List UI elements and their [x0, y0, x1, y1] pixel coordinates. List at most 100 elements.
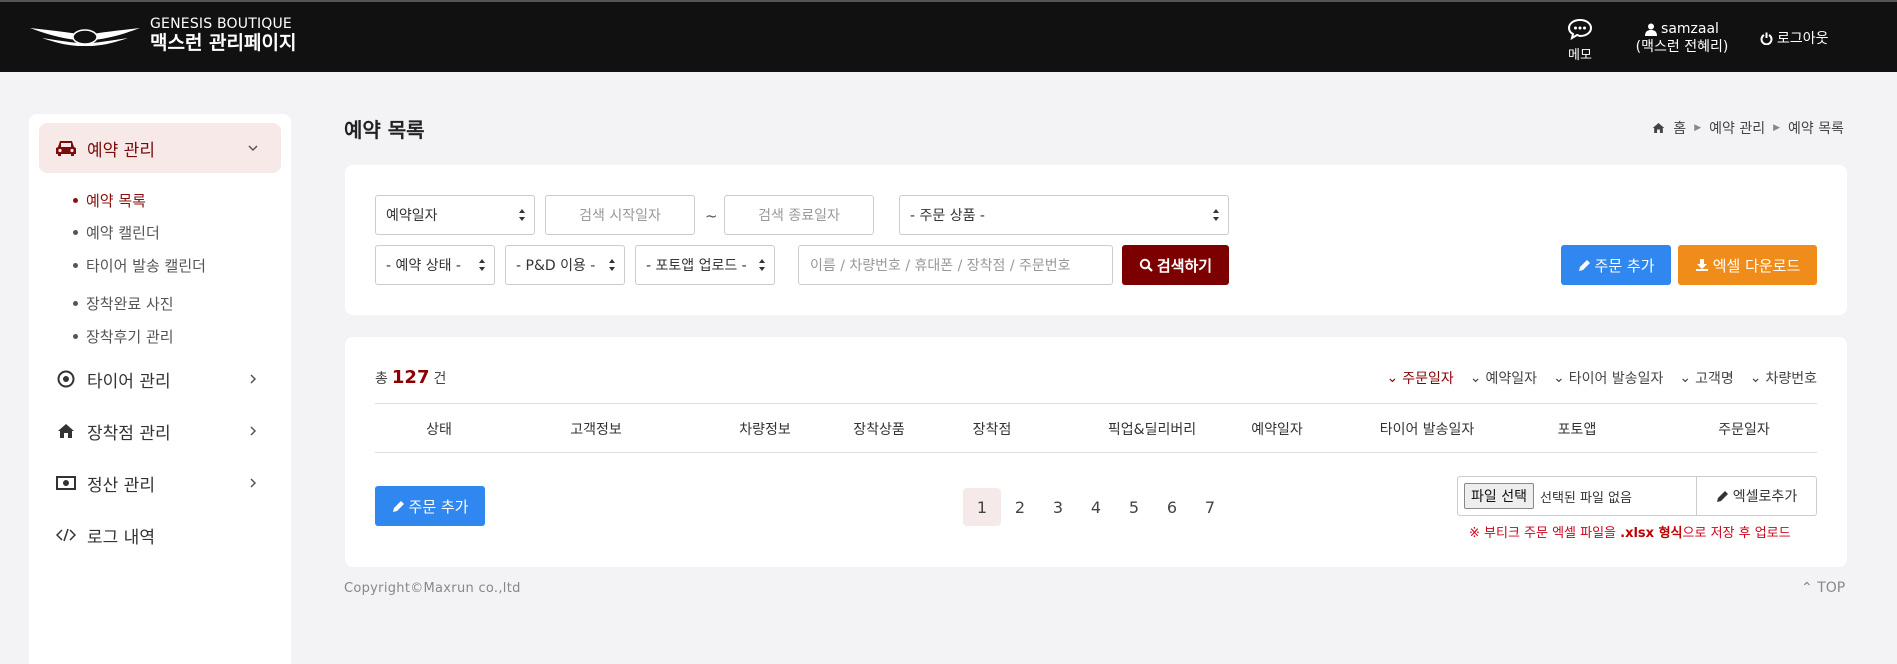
file-choose-button[interactable]: 파일 선택: [1464, 483, 1534, 509]
logout-button[interactable]: 로그아웃: [1760, 28, 1829, 48]
sidebar-group-tire[interactable]: 타이어 관리: [39, 354, 281, 404]
sort-car-number[interactable]: ⌄ 차량번호: [1750, 368, 1817, 388]
sidebar-group-shop[interactable]: 장착점 관리: [39, 406, 281, 456]
download-icon: [1695, 259, 1708, 271]
add-order-label: 주문 추가: [408, 497, 469, 516]
pagination: 1 2 3 4 5 6 7: [963, 488, 1229, 526]
chevron-down-icon: ⌄: [1749, 370, 1762, 386]
pd-value: - P&D 이용 -: [516, 258, 596, 274]
sidebar-group-label: 장착점 관리: [87, 423, 171, 444]
upload-note: ※ 부티크 주문 엑셀 파일을 .xlsx 형식으로 저장 후 업로드: [1469, 522, 1791, 541]
list-panel: 총 127 건 ⌄ 주문일자 ⌄ 예약일자 ⌄ 타이어 발송일자 ⌄ 고객명 ⌄ 차량번호…: [345, 337, 1847, 567]
photo-upload-select[interactable]: - 포토앱 업로드 -: [635, 245, 775, 285]
to-top-label: TOP: [1817, 580, 1846, 596]
excel-add-button[interactable]: 엑셀로추가: [1696, 477, 1816, 515]
keyword-search-input[interactable]: 이름 / 차량번호 / 휴대폰 / 장착점 / 주문번호: [798, 245, 1113, 285]
search-button[interactable]: 검색하기: [1122, 245, 1229, 285]
sidebar-group-reservation[interactable]: 예약 관리: [39, 123, 281, 173]
total-prefix: 총: [375, 371, 388, 387]
memo-button[interactable]: 메모: [1563, 18, 1597, 63]
memo-label: 메모: [1568, 48, 1592, 63]
user-icon: [1645, 23, 1658, 36]
end-date-input[interactable]: 검색 종료일자: [724, 195, 874, 235]
chevron-down-icon: ⌄: [1469, 370, 1482, 386]
note-prefix: ※ 부티크 주문 엑셀 파일을: [1469, 526, 1621, 541]
table-header: 상태 고객정보 차량정보 장착상품 장착점 픽업&딜리버리 예약일자 타이어 발…: [375, 403, 1817, 453]
copyright: Copyright©Maxrun co.,ltd: [344, 581, 521, 596]
sort-label: 주문일자: [1402, 371, 1454, 387]
code-icon: [55, 524, 77, 546]
sidebar-group-label: 로그 내역: [87, 527, 155, 548]
pd-select[interactable]: - P&D 이용 -: [505, 245, 625, 285]
updown-arrow-icon: [519, 209, 525, 221]
chevron-up-icon: ⌃: [1801, 580, 1818, 596]
excel-download-label: 엑셀 다운로드: [1712, 256, 1801, 275]
page-2[interactable]: 2: [1001, 488, 1039, 526]
chevron-right-icon: [250, 478, 257, 488]
sidebar-item-label: 장착완료 사진: [86, 295, 174, 313]
brand[interactable]: GENESIS BOUTIQUE 맥스런 관리페이지: [28, 16, 296, 54]
sidebar-group-settlement[interactable]: 정산 관리: [39, 458, 281, 508]
sort-tire-shipping-date[interactable]: ⌄ 타이어 발송일자: [1553, 368, 1663, 388]
sort-order-date[interactable]: ⌄ 주문일자: [1386, 368, 1453, 388]
file-status: 선택된 파일 없음: [1539, 490, 1632, 506]
note-suffix: 으로 저장 후 업로드: [1682, 526, 1791, 541]
sort-label: 차량번호: [1765, 371, 1817, 387]
search-button-label: 검색하기: [1156, 256, 1213, 275]
updown-arrow-icon: [1213, 209, 1219, 221]
sidebar-group-label: 정산 관리: [87, 475, 155, 496]
sidebar-item-install-photo[interactable]: 장착완료 사진: [73, 293, 174, 314]
column-customer: 고객정보: [570, 422, 622, 438]
total-number: 127: [391, 367, 430, 388]
column-photo-app: 포토앱: [1557, 422, 1597, 438]
sort-reservation-date[interactable]: ⌄ 예약일자: [1470, 368, 1537, 388]
page-4[interactable]: 4: [1077, 488, 1115, 526]
page-6[interactable]: 6: [1153, 488, 1191, 526]
tire-icon: [55, 368, 77, 390]
breadcrumb-current: 예약 목록: [1788, 121, 1844, 137]
chat-bubble-icon: [1567, 18, 1593, 41]
sort-label: 고객명: [1695, 371, 1734, 387]
brand-subtitle: GENESIS BOUTIQUE: [150, 16, 292, 32]
range-tilde: ~: [705, 207, 718, 225]
add-order-button[interactable]: 주문 추가: [1561, 245, 1671, 285]
sidebar-item-reservation-list[interactable]: 예약 목록: [73, 190, 146, 211]
user-info[interactable]: samzaal (맥스런 전혜리): [1632, 20, 1732, 56]
excel-upload-box: 파일 선택 선택된 파일 없음 엑셀로추가: [1457, 476, 1817, 516]
date-type-select[interactable]: 예약일자: [375, 195, 535, 235]
photo-upload-value: - 포토앱 업로드 -: [646, 258, 747, 274]
pencil-icon: [1578, 259, 1590, 271]
sidebar-group-log[interactable]: 로그 내역: [39, 510, 281, 560]
chevron-down-icon: ⌄: [1386, 370, 1399, 386]
sidebar-item-reservation-calendar[interactable]: 예약 캘린더: [73, 222, 160, 243]
genesis-wings-logo: [30, 28, 140, 46]
breadcrumb-home[interactable]: 홈: [1673, 118, 1686, 138]
sidebar: 예약 관리 예약 목록 예약 캘린더 타이어 발송 캘린더 장착완료 사진 장착…: [29, 114, 291, 664]
to-top-button[interactable]: ⌃ TOP: [1801, 580, 1845, 596]
page-3[interactable]: 3: [1039, 488, 1077, 526]
column-product: 장착상품: [853, 422, 905, 438]
excel-download-button[interactable]: 엑셀 다운로드: [1678, 245, 1817, 285]
add-order-label: 주문 추가: [1594, 256, 1655, 275]
product-select[interactable]: - 주문 상품 -: [899, 195, 1229, 235]
status-select[interactable]: - 예약 상태 -: [375, 245, 495, 285]
breadcrumb: 홈 ▶ 예약 관리 ▶ 예약 목록: [1652, 118, 1844, 138]
sort-label: 예약일자: [1485, 371, 1537, 387]
excel-add-label: 엑셀로추가: [1732, 489, 1798, 505]
page-7[interactable]: 7: [1191, 488, 1229, 526]
sidebar-item-tire-shipping-calendar[interactable]: 타이어 발송 캘린더: [73, 255, 206, 276]
start-date-input[interactable]: 검색 시작일자: [545, 195, 695, 235]
sort-customer-name[interactable]: ⌄ 고객명: [1679, 368, 1733, 388]
sort-options: ⌄ 주문일자 ⌄ 예약일자 ⌄ 타이어 발송일자 ⌄ 고객명 ⌄ 차량번호: [1386, 368, 1817, 388]
chevron-down-icon: ⌄: [1553, 370, 1565, 386]
user-org: (맥스런 전혜리): [1635, 39, 1729, 55]
user-name: samzaal: [1661, 21, 1719, 37]
breadcrumb-reservation[interactable]: 예약 관리: [1709, 118, 1765, 138]
sidebar-item-label: 장착후기 관리: [86, 328, 174, 346]
page-5[interactable]: 5: [1115, 488, 1153, 526]
add-order-button-bottom[interactable]: 주문 추가: [375, 486, 485, 526]
sort-label: 타이어 발송일자: [1568, 371, 1664, 387]
page-1[interactable]: 1: [963, 488, 1001, 526]
sidebar-group-label: 예약 관리: [87, 140, 155, 161]
sidebar-item-review-manage[interactable]: 장착후기 관리: [73, 326, 174, 347]
